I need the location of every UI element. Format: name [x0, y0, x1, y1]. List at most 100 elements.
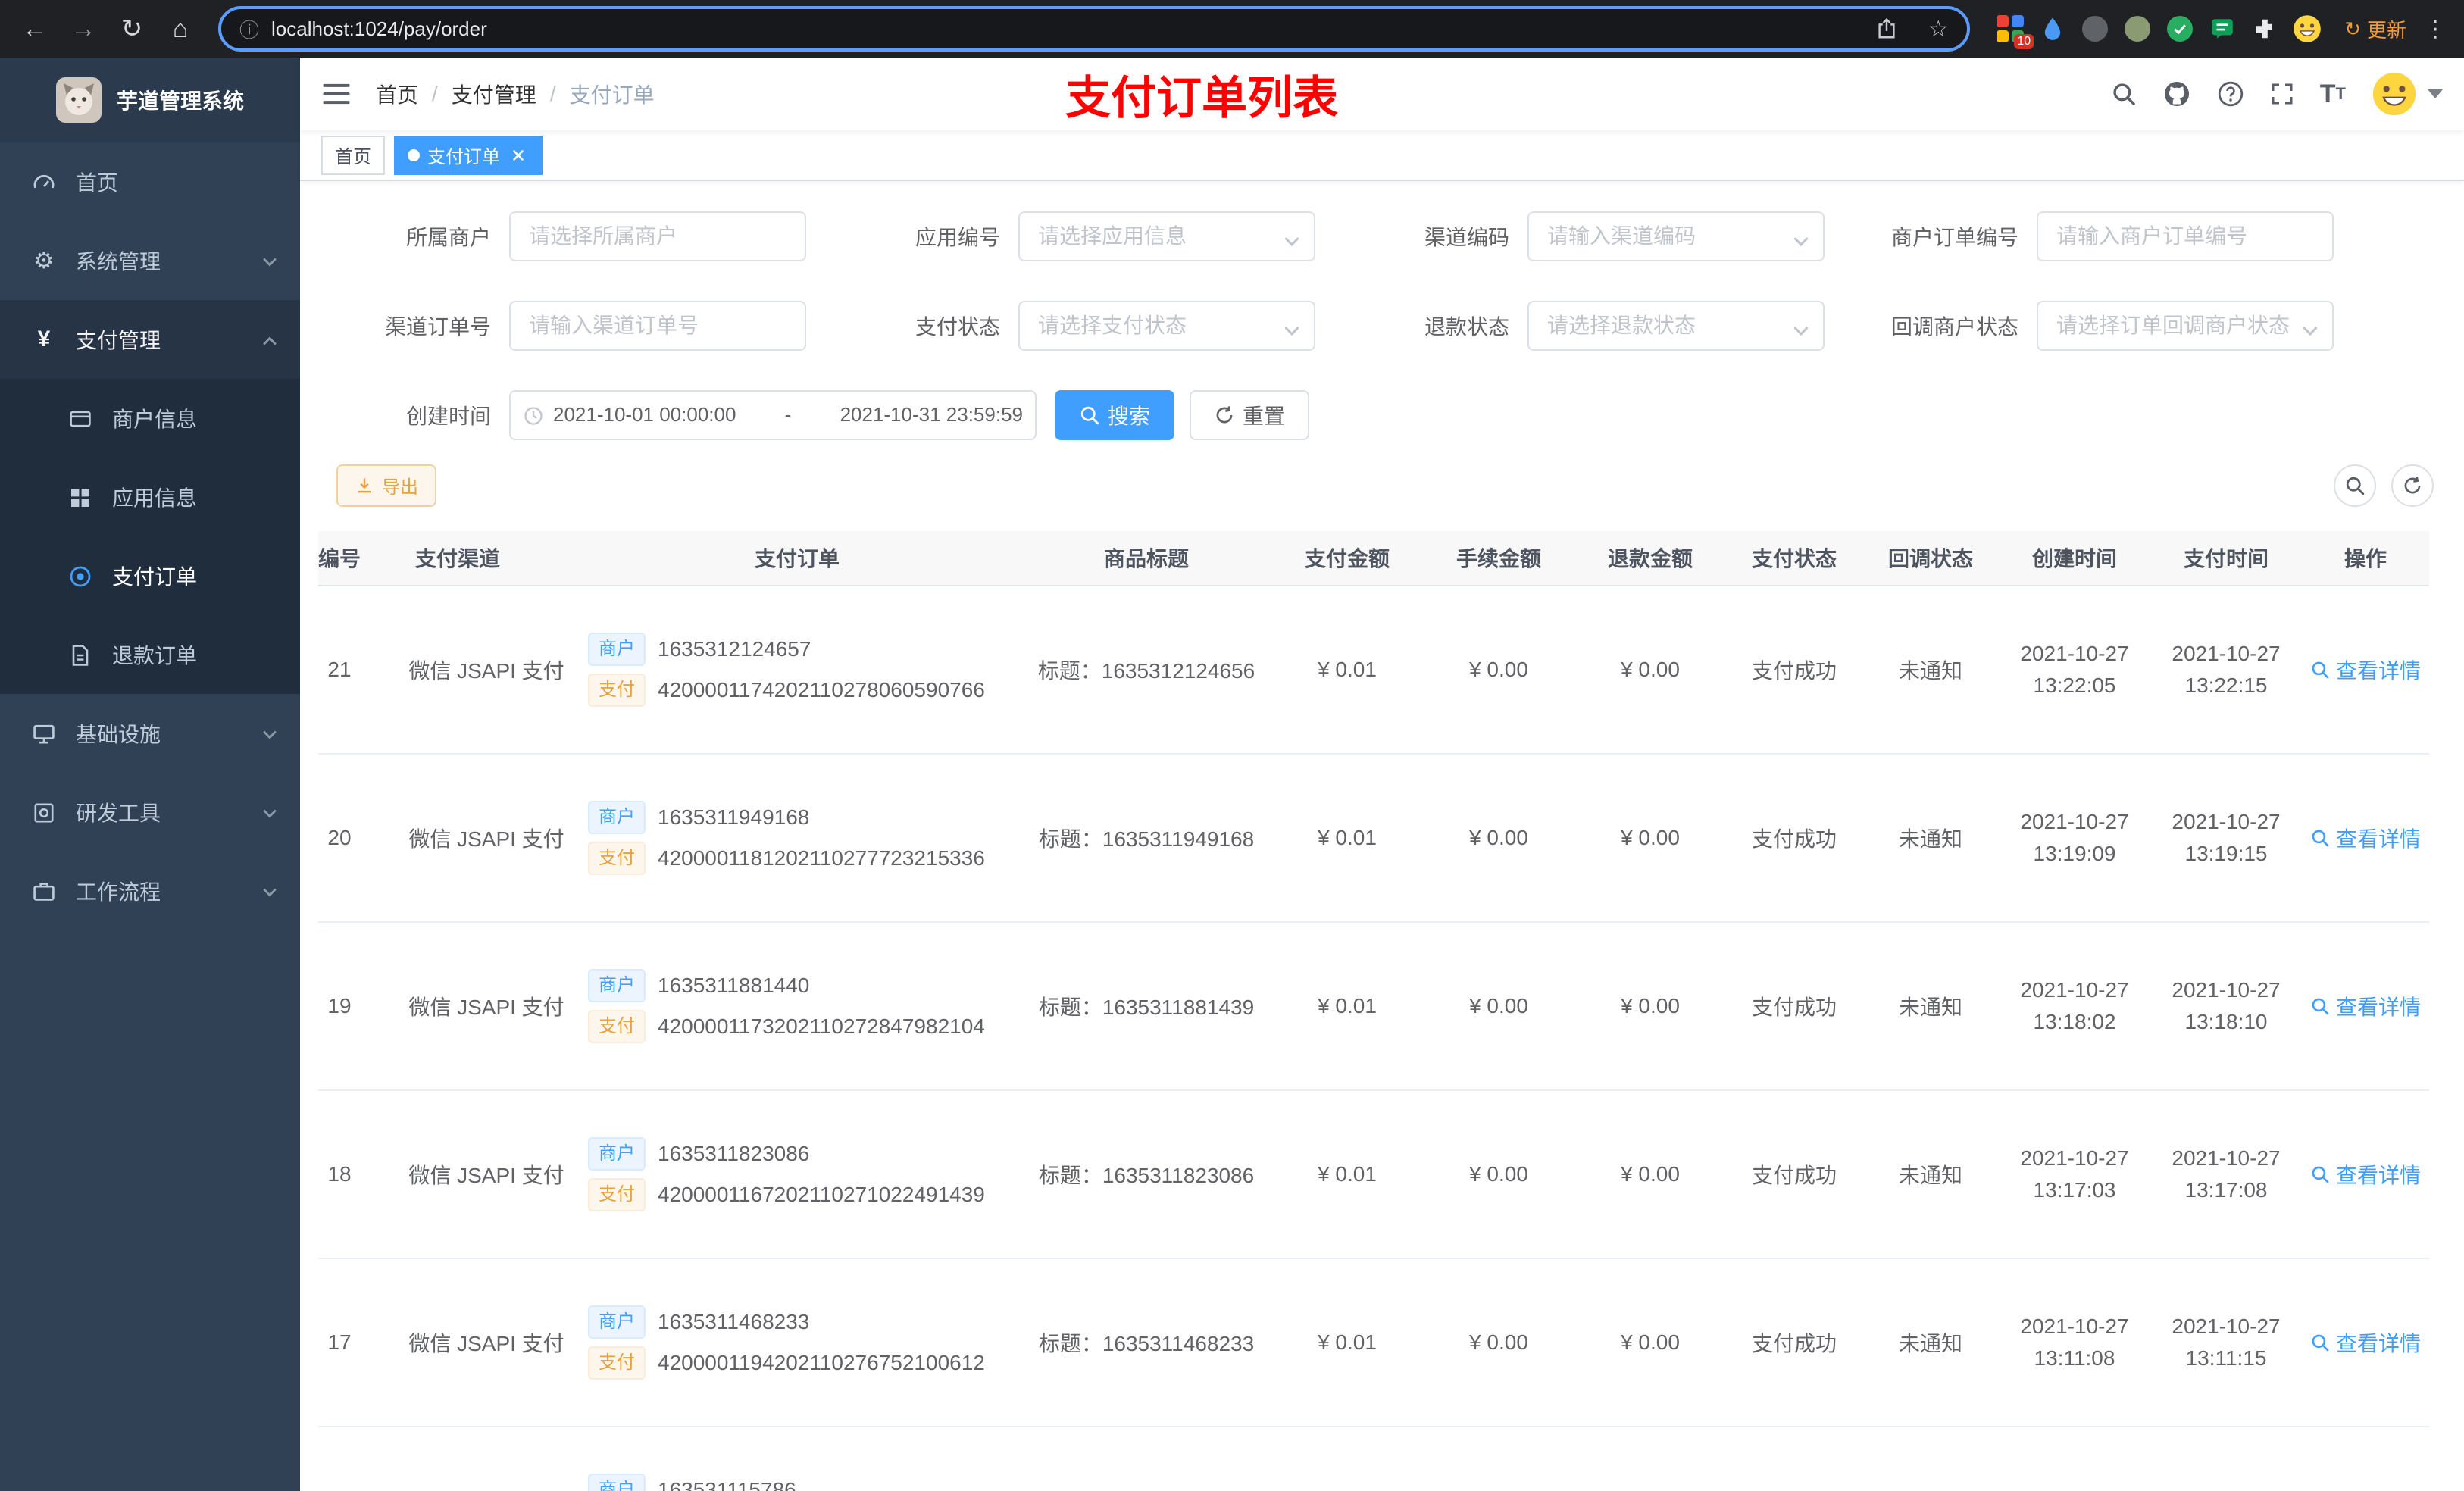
browser-toolbar: ← → ↻ ⌂ ⓘ localhost:1024/pay/order ☆ 10: [0, 0, 2464, 58]
filter-input[interactable]: [509, 211, 806, 261]
toggle-search-button[interactable]: [2334, 464, 2376, 507]
sidebar-item-workflow[interactable]: 工作流程: [0, 852, 300, 930]
cell-notify-status: 未通知: [1862, 753, 1999, 923]
browser-update-button[interactable]: ↻ 更新: [2335, 15, 2416, 43]
breadcrumb-pay[interactable]: 支付管理: [452, 79, 536, 109]
date-end[interactable]: 2021-10-31 23:59:59: [840, 403, 1023, 427]
merchant-tag: 商户: [588, 968, 646, 1002]
cell-id: 19: [318, 921, 400, 1091]
search-icon: [2310, 828, 2330, 848]
extension-green-check-icon[interactable]: [2164, 13, 2196, 45]
view-detail-link[interactable]: 查看详情: [2310, 823, 2421, 853]
filter-input[interactable]: [1527, 300, 1825, 351]
view-detail-label: 查看详情: [2335, 995, 2421, 1019]
sidebar-item-merchant-info[interactable]: 商户信息: [0, 379, 300, 458]
filter-label: 渠道编码: [1424, 225, 1509, 249]
extension-gray-icon[interactable]: [2079, 13, 2111, 45]
table-row[interactable]: 商户 163531115786 支付: [318, 1426, 2429, 1491]
filter-input[interactable]: [1527, 211, 1825, 261]
filter-input[interactable]: [1018, 211, 1315, 261]
sidebar-item-label: 基础设施: [76, 723, 161, 746]
filter-input[interactable]: [509, 300, 806, 351]
address-bar[interactable]: ⓘ localhost:1024/pay/order ☆: [218, 6, 1971, 52]
breadcrumb-separator: /: [432, 82, 438, 106]
hamburger-icon[interactable]: [321, 77, 355, 111]
extension-drop-icon[interactable]: [2037, 13, 2068, 45]
cell-actions: 查看详情: [2302, 921, 2429, 1091]
reset-button[interactable]: 重置: [1190, 389, 1310, 440]
sidebar-item-devtools[interactable]: 研发工具: [0, 773, 300, 852]
table-toolbar: 导出: [336, 464, 2440, 507]
table-row[interactable]: 19 微信 JSAPI 支付 商户 1635311881440 支付 42000…: [318, 921, 2429, 1091]
merchant-order-no: 163531115786: [658, 1477, 796, 1491]
channel-order-no: 4200001173202110272847982104: [658, 1014, 985, 1038]
font-size-icon[interactable]: TT: [2320, 80, 2346, 109]
date-start[interactable]: 2021-10-01 00:00:00: [553, 403, 736, 427]
sidebar-item-refund-orders[interactable]: 退款订单: [0, 615, 300, 694]
table-row[interactable]: 20 微信 JSAPI 支付 商户 1635311949168 支付 42000…: [318, 753, 2429, 923]
app-logo-row[interactable]: 芋道管理系统: [0, 58, 300, 142]
filter-item: 支付状态: [827, 300, 1315, 351]
search-button-label: 搜索: [1108, 404, 1151, 428]
cell-created-time: 2021-10-27 13:19:09: [1999, 753, 2150, 923]
update-label: 更新: [2366, 18, 2406, 42]
help-icon[interactable]: [2217, 80, 2244, 108]
cell-refund: ¥ 0.00: [1574, 585, 1726, 755]
breadcrumb-home[interactable]: 首页: [376, 79, 418, 109]
sidebar-item-infrastructure[interactable]: 基础设施: [0, 694, 300, 773]
github-icon[interactable]: [2162, 80, 2191, 108]
browser-forward-icon[interactable]: →: [61, 6, 106, 52]
document-icon: [67, 642, 94, 667]
profile-avatar-icon[interactable]: [2291, 13, 2323, 45]
cell-id: 18: [318, 1089, 400, 1259]
sidebar-item-app-info[interactable]: 应用信息: [0, 458, 300, 536]
sidebar-item-system[interactable]: ⚙ 系统管理: [0, 221, 300, 300]
site-info-icon[interactable]: ⓘ: [239, 15, 259, 43]
search-icon: [2310, 660, 2330, 680]
sidebar-item-pay-orders[interactable]: 支付订单: [0, 536, 300, 615]
filter-input[interactable]: [2037, 211, 2334, 261]
search-button[interactable]: 搜索: [1055, 389, 1175, 440]
cell-paid-time: 2021-10-27 13:19:15: [2150, 753, 2302, 923]
export-button[interactable]: 导出: [336, 464, 436, 507]
pay-tag: 支付: [588, 841, 646, 875]
bookmark-star-icon[interactable]: ☆: [1918, 9, 1958, 48]
tab[interactable]: 首页: [321, 135, 385, 175]
extension-colorful-icon[interactable]: 10: [1994, 13, 2034, 49]
extension-olive-icon[interactable]: [2122, 13, 2153, 45]
caret-down-icon: [2428, 89, 2443, 99]
extension-chat-icon[interactable]: [2206, 13, 2238, 45]
filter-date-row: 创建时间 2021-10-01 00:00:00 - 2021-10-31 23…: [318, 389, 2440, 461]
url-text[interactable]: localhost:1024/pay/order: [271, 17, 1855, 41]
dashboard-icon: [30, 169, 58, 195]
view-detail-link[interactable]: 查看详情: [2310, 991, 2421, 1021]
date-range-picker[interactable]: 2021-10-01 00:00:00 - 2021-10-31 23:59:5…: [509, 389, 1037, 440]
browser-menu-icon[interactable]: ⋮: [2419, 16, 2452, 42]
sidebar-item-label: 支付管理: [76, 329, 161, 352]
filter-input[interactable]: [1018, 300, 1315, 351]
view-detail-link[interactable]: 查看详情: [2310, 1327, 2421, 1358]
view-detail-link[interactable]: 查看详情: [2310, 655, 2421, 685]
browser-back-icon[interactable]: ←: [12, 6, 58, 52]
share-icon[interactable]: [1867, 9, 1906, 48]
table-row[interactable]: 21 微信 JSAPI 支付 商户 1635312124657 支付 42000…: [318, 585, 2429, 755]
browser-home-icon[interactable]: ⌂: [158, 6, 203, 52]
browser-reload-icon[interactable]: ↻: [109, 6, 155, 52]
cell-title: [1021, 1426, 1271, 1491]
user-avatar-menu[interactable]: [2372, 71, 2443, 117]
view-detail-link[interactable]: 查看详情: [2310, 1159, 2421, 1189]
fullscreen-icon[interactable]: [2270, 82, 2294, 106]
refresh-table-button[interactable]: [2391, 464, 2434, 507]
cell-amount: ¥ 0.01: [1271, 1089, 1423, 1259]
cell-created-time: [1999, 1426, 2150, 1491]
sidebar-item-home[interactable]: 首页: [0, 142, 300, 221]
filter-input[interactable]: [2037, 300, 2334, 351]
sidebar-item-pay[interactable]: ¥ 支付管理: [0, 300, 300, 379]
close-icon[interactable]: [508, 145, 529, 166]
yen-icon: ¥: [37, 327, 51, 352]
extensions-puzzle-icon[interactable]: [2249, 13, 2281, 45]
search-icon[interactable]: [2111, 81, 2137, 107]
tab[interactable]: 支付订单: [394, 135, 543, 175]
table-row[interactable]: 18 微信 JSAPI 支付 商户 1635311823086 支付 42000…: [318, 1089, 2429, 1259]
table-row[interactable]: 17 微信 JSAPI 支付 商户 1635311468233 支付 42000…: [318, 1258, 2429, 1427]
